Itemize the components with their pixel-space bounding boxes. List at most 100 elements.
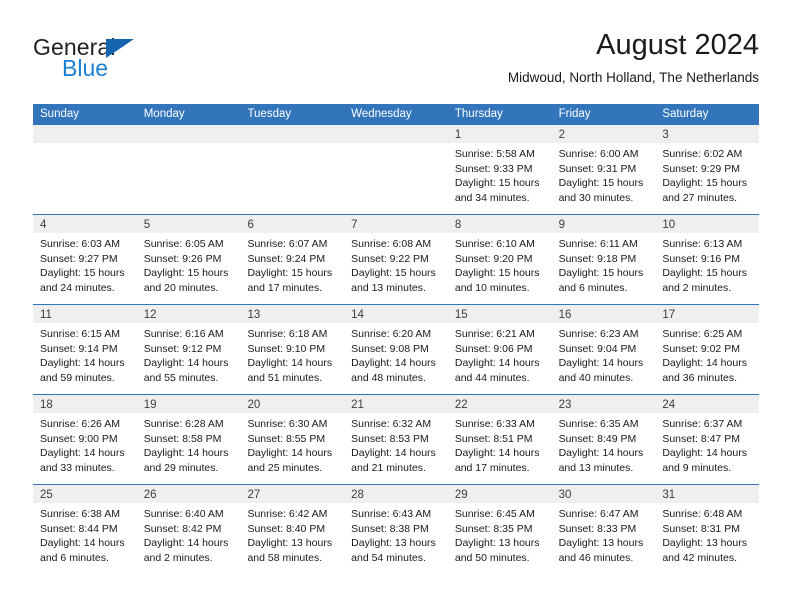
calendar-day-cell[interactable]: 8 Sunrise: 6:10 AM Sunset: 9:20 PM Daylight… [447,215,552,304]
day-details: Sunrise: 6:23 AM Sunset: 9:04 PM Daylight:… [552,323,656,385]
calendar-day-cell[interactable]: 12 Sunrise: 6:16 AM Sunset: 9:12 PM Dayligh… [136,305,241,394]
calendar-day-cell[interactable]: 16 Sunrise: 6:23 AM Sunset: 9:04 PM Dayligh… [551,305,656,394]
day-number: 12 [143,309,157,321]
daylight-text-cont: and 59 minutes. [40,371,115,384]
day-details: Sunrise: 6:35 AM Sunset: 8:49 PM Daylight:… [552,413,656,475]
calendar-day-cell[interactable]: 1 Sunrise: 5:58 AM Sunset: 9:33 PM Daylight… [447,125,552,214]
day-number: 15 [454,309,468,321]
calendar-day-cell[interactable]: 17 Sunrise: 6:25 AM Sunset: 9:02 PM Dayligh… [655,305,760,394]
daylight-text-cont: and 6 minutes. [558,281,628,294]
daylight-text: Daylight: 14 hours [40,357,125,370]
daylight-text-cont: and 13 minutes. [351,281,426,294]
daylight-text-cont: and 13 minutes. [558,461,634,474]
daylight-text: Daylight: 14 hours [454,357,540,370]
day-details: Sunrise: 6:25 AM Sunset: 9:02 PM Daylight:… [655,323,759,385]
day-number: 2 [558,129,565,141]
calendar-day-cell[interactable]: 18 Sunrise: 6:26 AM Sunset: 9:00 PM Dayligh… [33,395,137,484]
day-number: 9 [558,219,565,231]
calendar-day-cell[interactable]: 14 Sunrise: 6:20 AM Sunset: 9:08 PM Dayligh… [344,305,448,394]
sunrise-text: Sunrise: 6:38 AM [40,508,120,520]
sunset-text: Sunset: 9:20 PM [454,252,533,265]
calendar-week-row: 11 Sunrise: 6:15 AM Sunset: 9:14 PM Dayligh… [33,304,760,394]
calendar-day-cell[interactable]: 25 Sunrise: 6:38 AM Sunset: 8:44 PM Dayligh… [33,485,137,574]
sunrise-text: Sunrise: 5:58 AM [454,148,535,160]
day-number: 27 [247,489,261,501]
calendar-day-cell-empty [240,125,345,214]
calendar-day-cell[interactable]: 7 Sunrise: 6:08 AM Sunset: 9:22 PM Daylight… [344,215,448,304]
calendar-day-cell[interactable]: 2 Sunrise: 6:00 AM Sunset: 9:31 PM Daylight… [551,125,656,214]
sunset-text: Sunset: 9:27 PM [40,252,118,265]
general-blue-logo[interactable]: General Blue [33,34,213,90]
calendar-day-cell[interactable]: 30 Sunrise: 6:47 AM Sunset: 8:33 PM Dayligh… [551,485,656,574]
sunrise-text: Sunrise: 6:45 AM [454,508,535,520]
calendar-day-cell[interactable]: 10 Sunrise: 6:13 AM Sunset: 9:16 PM Dayligh… [655,215,760,304]
day-details: Sunrise: 6:08 AM Sunset: 9:22 PM Daylight:… [344,233,448,295]
sunrise-text: Sunrise: 6:13 AM [662,238,743,250]
calendar-day-cell[interactable]: 11 Sunrise: 6:15 AM Sunset: 9:14 PM Dayligh… [33,305,137,394]
day-number-band: 3 [655,125,760,143]
day-number-band: 31 [655,485,760,503]
calendar-day-cell[interactable]: 31 Sunrise: 6:48 AM Sunset: 8:31 PM Dayligh… [655,485,760,574]
calendar-day-cell[interactable]: 13 Sunrise: 6:18 AM Sunset: 9:10 PM Dayligh… [240,305,345,394]
daylight-text: Daylight: 15 hours [662,177,747,190]
calendar-day-cell[interactable]: 6 Sunrise: 6:07 AM Sunset: 9:24 PM Daylight… [240,215,345,304]
calendar-day-cell[interactable]: 20 Sunrise: 6:30 AM Sunset: 8:55 PM Dayligh… [240,395,345,484]
calendar-day-cell[interactable]: 15 Sunrise: 6:21 AM Sunset: 9:06 PM Dayligh… [447,305,552,394]
daylight-text: Daylight: 14 hours [143,447,229,460]
calendar-weeks: 1 Sunrise: 5:58 AM Sunset: 9:33 PM Daylight… [33,125,760,574]
sunset-text: Sunset: 8:42 PM [143,522,222,535]
calendar-day-cell[interactable]: 3 Sunrise: 6:02 AM Sunset: 9:29 PM Daylight… [655,125,760,214]
sunset-text: Sunset: 9:18 PM [558,252,637,265]
calendar-day-cell[interactable]: 27 Sunrise: 6:42 AM Sunset: 8:40 PM Dayligh… [240,485,345,574]
day-details: Sunrise: 6:02 AM Sunset: 9:29 PM Daylight:… [655,143,759,205]
day-number: 31 [662,489,676,501]
sunset-text: Sunset: 9:04 PM [558,342,637,355]
day-details: Sunrise: 6:32 AM Sunset: 8:53 PM Daylight:… [344,413,448,475]
day-number-band: 27 [240,485,345,503]
day-number-band: 1 [447,125,552,143]
daylight-text: Daylight: 14 hours [247,447,333,460]
daylight-text-cont: and 51 minutes. [247,371,323,384]
daylight-text-cont: and 29 minutes. [143,461,219,474]
calendar-day-cell[interactable]: 29 Sunrise: 6:45 AM Sunset: 8:35 PM Dayligh… [447,485,552,574]
day-number: 24 [662,399,676,411]
sunrise-text: Sunrise: 6:16 AM [143,328,224,340]
day-number-band: 15 [447,305,552,323]
day-details: Sunrise: 6:40 AM Sunset: 8:42 PM Daylight:… [137,503,241,565]
day-number-band: 28 [344,485,448,503]
calendar-day-cell[interactable]: 4 Sunrise: 6:03 AM Sunset: 9:27 PM Daylight… [33,215,137,304]
sunrise-text: Sunrise: 6:35 AM [558,418,639,430]
day-number-band: 13 [240,305,345,323]
calendar-day-cell[interactable]: 21 Sunrise: 6:32 AM Sunset: 8:53 PM Dayligh… [344,395,448,484]
calendar-day-cell[interactable]: 5 Sunrise: 6:05 AM Sunset: 9:26 PM Daylight… [136,215,241,304]
weekday-header-monday: Monday [143,108,185,120]
sunset-text: Sunset: 9:22 PM [351,252,429,265]
sunrise-text: Sunrise: 6:43 AM [351,508,432,520]
day-number-band: 9 [551,215,656,233]
daylight-text-cont: and 40 minutes. [558,371,634,384]
calendar-day-cell-empty [33,125,137,214]
calendar-day-cell[interactable]: 28 Sunrise: 6:43 AM Sunset: 8:38 PM Dayligh… [344,485,448,574]
day-number-band: 11 [33,305,137,323]
day-number: 8 [454,219,462,231]
logo-text-blue: Blue [62,55,109,81]
daylight-text: Daylight: 15 hours [558,177,644,190]
calendar-day-cell[interactable]: 19 Sunrise: 6:28 AM Sunset: 8:58 PM Dayligh… [136,395,241,484]
calendar-day-cell[interactable]: 24 Sunrise: 6:37 AM Sunset: 8:47 PM Dayligh… [655,395,760,484]
sunrise-text: Sunrise: 6:11 AM [558,238,638,250]
daylight-text: Daylight: 15 hours [454,267,540,280]
daylight-text: Daylight: 14 hours [247,357,333,370]
day-number-band: 5 [136,215,241,233]
calendar-day-cell[interactable]: 23 Sunrise: 6:35 AM Sunset: 8:49 PM Dayligh… [551,395,656,484]
daylight-text: Daylight: 15 hours [40,267,125,280]
daylight-text-cont: and 25 minutes. [247,461,323,474]
calendar-day-cell[interactable]: 22 Sunrise: 6:33 AM Sunset: 8:51 PM Dayligh… [447,395,552,484]
day-number-band: 4 [33,215,137,233]
sunset-text: Sunset: 8:40 PM [247,522,326,535]
sunrise-text: Sunrise: 6:40 AM [143,508,224,520]
calendar-day-cell-empty [344,125,448,214]
calendar-day-cell[interactable]: 9 Sunrise: 6:11 AM Sunset: 9:18 PM Daylight… [551,215,656,304]
day-details: Sunrise: 6:28 AM Sunset: 8:58 PM Daylight:… [137,413,241,475]
calendar-day-cell[interactable]: 26 Sunrise: 6:40 AM Sunset: 8:42 PM Dayligh… [136,485,241,574]
day-number: 13 [247,309,261,321]
